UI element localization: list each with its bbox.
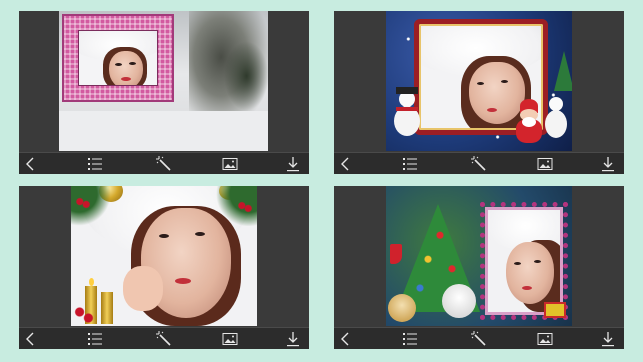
hand <box>123 266 163 311</box>
editor-toolbar <box>19 152 309 174</box>
download-icon[interactable] <box>600 156 616 172</box>
photo-editor-panel-2 <box>334 11 624 174</box>
back-icon[interactable] <box>338 156 354 172</box>
photo-editor-panel-3 <box>19 186 309 349</box>
back-icon[interactable] <box>338 331 354 347</box>
snow-ground <box>59 111 268 151</box>
snowman-decoration <box>392 87 422 141</box>
red-berries <box>237 200 253 214</box>
download-icon[interactable] <box>600 331 616 347</box>
red-berries <box>75 196 91 210</box>
magic-wand-icon[interactable] <box>156 331 172 347</box>
portrait-photo <box>488 210 560 312</box>
snowman-decoration <box>544 97 568 143</box>
santa-decoration <box>514 99 544 143</box>
snowy-tree <box>224 41 268 111</box>
image-icon[interactable] <box>222 156 238 172</box>
download-icon[interactable] <box>285 156 301 172</box>
magic-wand-icon[interactable] <box>471 156 487 172</box>
framed-photo-preview[interactable] <box>59 11 268 151</box>
portrait-photo <box>78 30 158 86</box>
back-icon[interactable] <box>23 156 39 172</box>
photo-editor-panel-1 <box>19 11 309 174</box>
christmas-tree-decoration <box>554 51 572 91</box>
editor-toolbar <box>19 327 309 349</box>
red-berries <box>73 304 95 324</box>
download-icon[interactable] <box>285 331 301 347</box>
framed-photo-preview[interactable] <box>386 11 572 151</box>
back-icon[interactable] <box>23 331 39 347</box>
stocking-decoration <box>390 244 402 264</box>
gift-box-decoration <box>544 302 566 318</box>
image-icon[interactable] <box>222 331 238 347</box>
image-icon[interactable] <box>537 331 553 347</box>
editor-toolbar <box>334 327 624 349</box>
list-icon[interactable] <box>87 156 103 172</box>
magic-wand-icon[interactable] <box>471 331 487 347</box>
teddy-bear-decoration <box>442 284 476 318</box>
list-icon[interactable] <box>402 156 418 172</box>
teddy-bear-decoration <box>388 294 416 322</box>
photo-editor-panel-4 <box>334 186 624 349</box>
list-icon[interactable] <box>87 331 103 347</box>
framed-photo-preview[interactable] <box>71 186 257 326</box>
magic-wand-icon[interactable] <box>156 156 172 172</box>
editor-toolbar <box>334 152 624 174</box>
list-icon[interactable] <box>402 331 418 347</box>
image-icon[interactable] <box>537 156 553 172</box>
framed-photo-preview[interactable] <box>386 186 572 326</box>
